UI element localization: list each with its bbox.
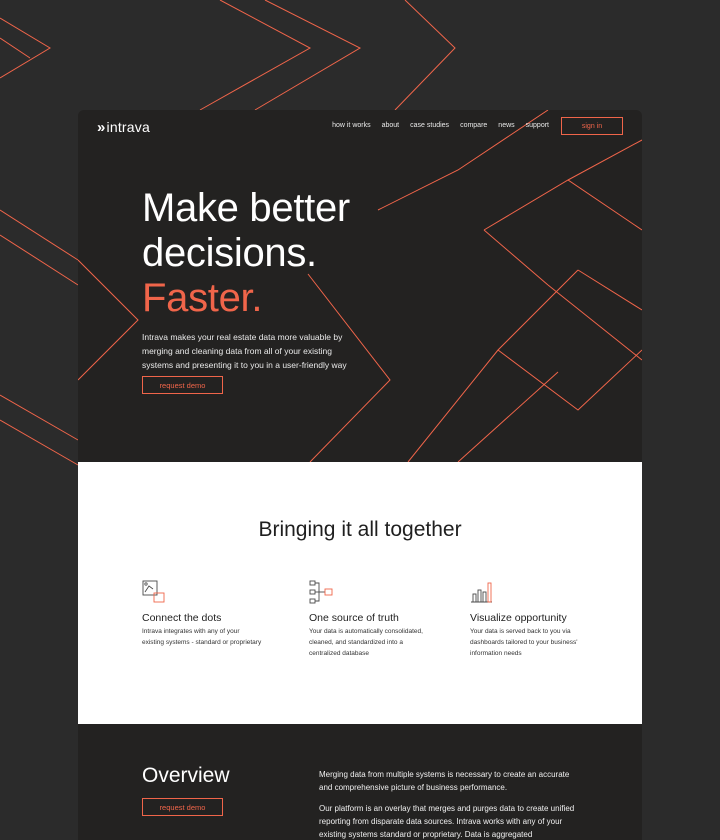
feature-title: Visualize opportunity bbox=[470, 612, 567, 624]
overview-request-demo-button[interactable]: request demo bbox=[142, 798, 223, 816]
feature-one-source-of-truth: One source of truth Your data is automat… bbox=[309, 580, 429, 659]
hero-request-demo-button[interactable]: request demo bbox=[142, 376, 223, 394]
feature-title: One source of truth bbox=[309, 612, 399, 624]
overview-paragraph: Merging data from multiple systems is ne… bbox=[319, 770, 570, 792]
overview-section: Overview request demo Merging data from … bbox=[78, 724, 642, 840]
nav-link-compare[interactable]: compare bbox=[460, 122, 487, 129]
feature-text: Your data is automatically consolidated,… bbox=[309, 628, 423, 657]
feature-title: Connect the dots bbox=[142, 612, 222, 624]
bar-chart-icon bbox=[471, 582, 492, 603]
top-navigation: » intrava how it works about case studie… bbox=[78, 110, 642, 144]
hero-headline-line-1: Make better bbox=[142, 186, 350, 230]
nav-link-case-studies[interactable]: case studies bbox=[410, 122, 449, 129]
overview-paragraph: Our platform is an overlay that merges a… bbox=[319, 804, 575, 839]
overview-text: Merging data from multiple systems is ne… bbox=[319, 768, 581, 840]
intrava-logo[interactable]: » intrava bbox=[97, 118, 150, 136]
feature-text: Intrava integrates with any of your exis… bbox=[142, 628, 262, 646]
chevrons-logo-icon: » bbox=[97, 118, 106, 136]
landing-page-card: » intrava how it works about case studie… bbox=[78, 110, 642, 840]
nav-link-support[interactable]: support bbox=[526, 122, 549, 129]
nav-link-how-it-works[interactable]: how it works bbox=[332, 122, 371, 129]
sign-in-button[interactable]: sign in bbox=[561, 117, 623, 135]
feature-visualize-opportunity: Visualize opportunity Your data is serve… bbox=[470, 580, 590, 659]
hero-subtitle: Intrava makes your real estate data more… bbox=[142, 332, 347, 370]
feature-connect-the-dots: Connect the dots Intrava integrates with… bbox=[142, 580, 262, 648]
nav-link-about[interactable]: about bbox=[382, 122, 400, 129]
source-of-truth-icon bbox=[309, 580, 333, 604]
nav-links: how it works about case studies compare … bbox=[332, 122, 549, 129]
connect-dots-icon bbox=[142, 580, 165, 603]
features-section: Bringing it all together Connect the dot… bbox=[78, 462, 642, 724]
hero-section: Make better decisions. Faster. Intrava m… bbox=[142, 186, 442, 372]
features-section-title: Bringing it all together bbox=[258, 518, 462, 541]
overview-title: Overview bbox=[142, 764, 230, 787]
feature-text: Your data is served back to you via dash… bbox=[470, 628, 578, 657]
brand-name: intrava bbox=[106, 119, 150, 135]
nav-link-news[interactable]: news bbox=[498, 122, 514, 129]
hero-headline-line-2: decisions. bbox=[142, 231, 317, 275]
hero-headline-accent: Faster. bbox=[142, 276, 263, 320]
